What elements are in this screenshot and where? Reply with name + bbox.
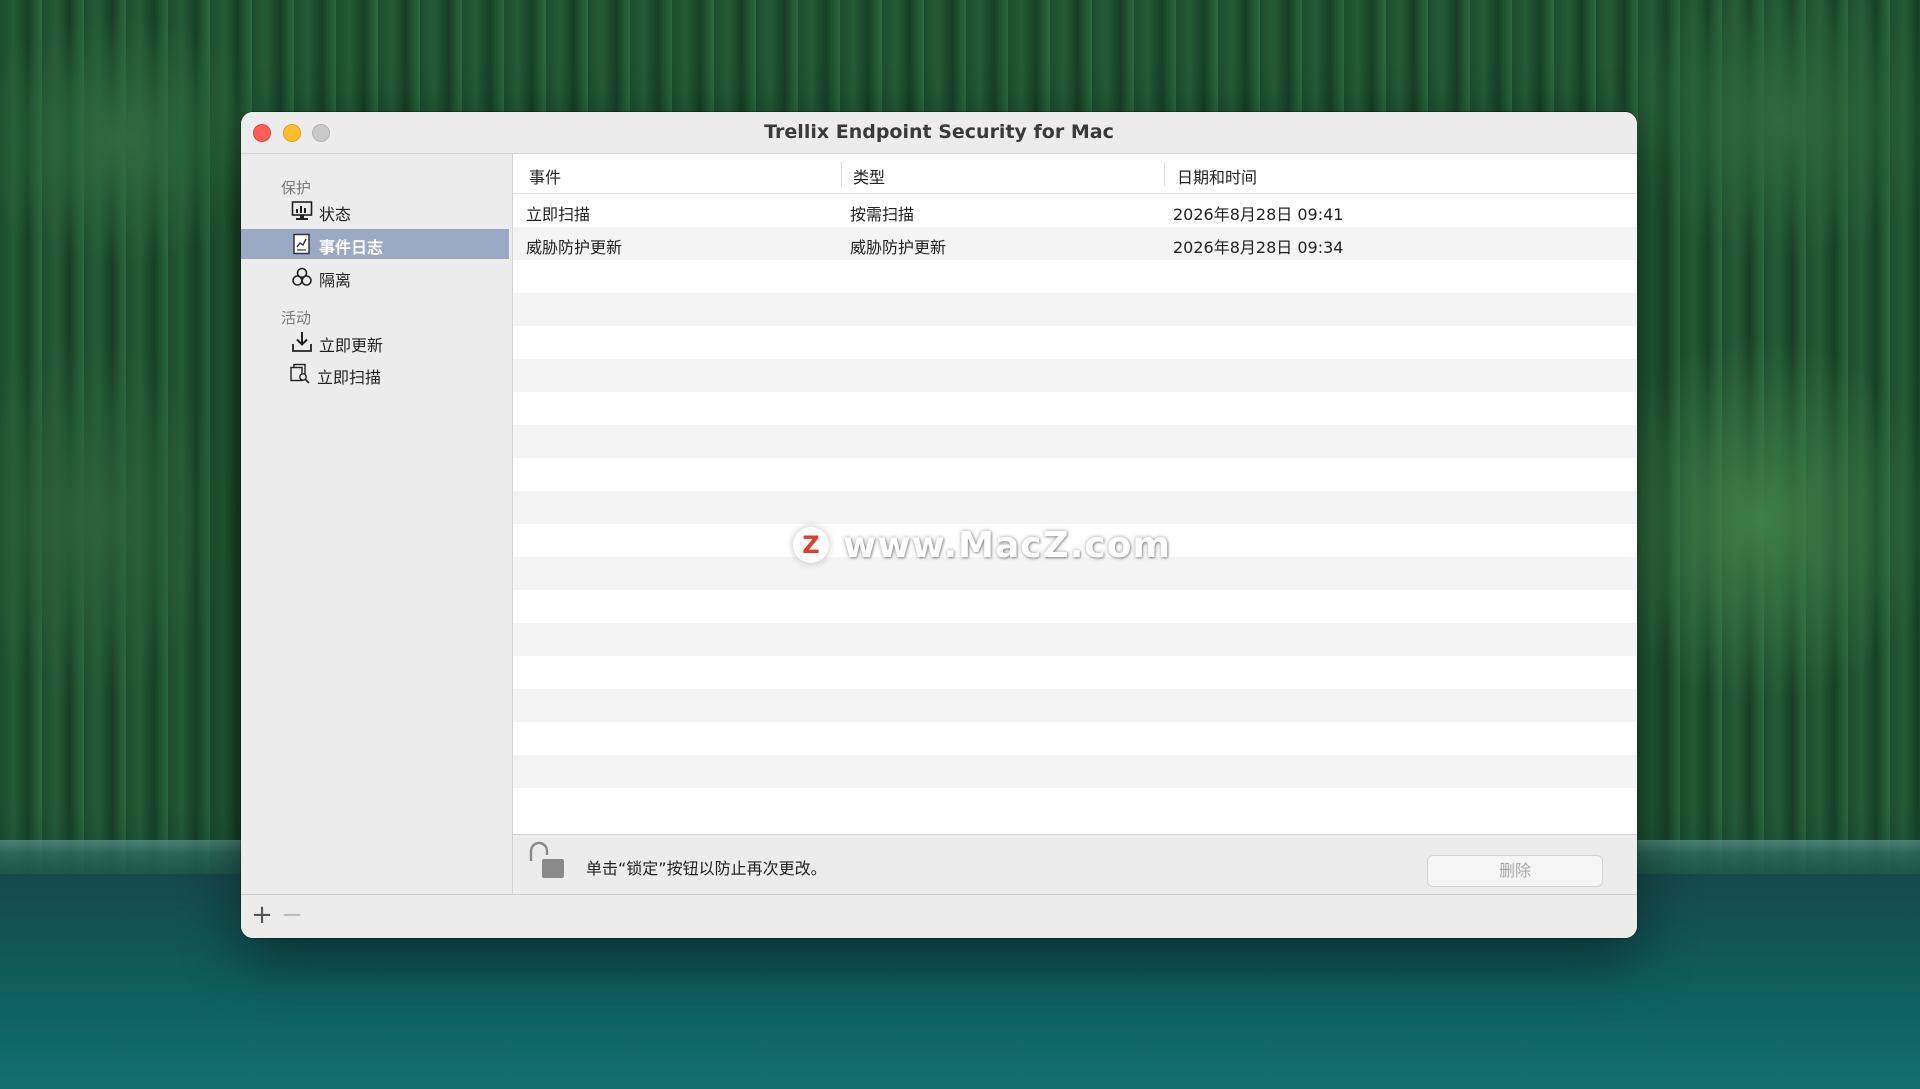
biohazard-icon: [291, 266, 313, 288]
empty-row: [513, 458, 1637, 491]
window-title: Trellix Endpoint Security for Mac: [764, 121, 1114, 143]
table-rows: 立即扫描 按需扫描 2026年8月28日 09:41 威胁防护更新 威胁防护更新…: [513, 194, 1637, 821]
watermark-text: www.MacZ.com: [843, 524, 1171, 566]
empty-row: [513, 392, 1637, 425]
cell-type: 按需扫描: [850, 205, 915, 224]
empty-row: [513, 293, 1637, 326]
cell-type: 威胁防护更新: [850, 238, 947, 257]
cell-datetime: 2026年8月28日 09:41: [1173, 205, 1344, 224]
empty-row: [513, 623, 1637, 656]
table-row[interactable]: 立即扫描 按需扫描 2026年8月28日 09:41: [513, 194, 1637, 227]
empty-row: [513, 788, 1637, 821]
watermark-logo: Z: [793, 527, 829, 563]
column-divider[interactable]: [1164, 162, 1165, 186]
event-log-icon: [291, 233, 313, 255]
column-divider[interactable]: [841, 162, 842, 186]
table-header: 事件 类型 日期和时间: [513, 154, 1637, 194]
bottom-bar: + −: [241, 894, 1637, 938]
sidebar-item-scan-now[interactable]: 立即扫描: [241, 359, 509, 389]
watermark: Z www.MacZ.com: [793, 523, 1171, 567]
add-button[interactable]: +: [249, 902, 275, 929]
empty-row: [513, 359, 1637, 392]
sidebar-item-status[interactable]: 状态: [241, 196, 509, 226]
sidebar-section-protect: 保护: [281, 179, 312, 197]
empty-row: [513, 722, 1637, 755]
empty-row: [513, 326, 1637, 359]
empty-row: [513, 689, 1637, 722]
empty-row: [513, 590, 1637, 623]
cell-event: 威胁防护更新: [526, 238, 623, 257]
download-icon: [291, 331, 313, 353]
empty-row: [513, 260, 1637, 293]
cell-event: 立即扫描: [526, 205, 591, 224]
sidebar-item-label: 立即更新: [319, 336, 384, 355]
delete-button[interactable]: 删除: [1427, 855, 1603, 887]
sidebar-item-quarantine[interactable]: 隔离: [241, 262, 509, 292]
event-table: 事件 类型 日期和时间 立即扫描 按需扫描 2026年8月28日 09:41 威…: [513, 154, 1637, 834]
sidebar-item-label: 事件日志: [319, 238, 384, 257]
monitor-icon: [291, 200, 313, 222]
empty-row: [513, 656, 1637, 689]
empty-row: [513, 755, 1637, 788]
sidebar-item-label: 状态: [319, 205, 352, 224]
empty-row: [513, 425, 1637, 458]
column-header-datetime[interactable]: 日期和时间: [1177, 164, 1257, 188]
scan-icon: [289, 363, 311, 385]
sidebar-item-label: 隔离: [319, 271, 352, 290]
column-header-type[interactable]: 类型: [853, 164, 885, 188]
remove-button[interactable]: −: [279, 902, 305, 929]
cell-datetime: 2026年8月28日 09:34: [1173, 238, 1344, 257]
empty-row: [513, 491, 1637, 524]
column-header-event[interactable]: 事件: [529, 164, 561, 188]
sidebar: 保护 状态 事件日志 隔离 活动 立即更新 立即扫描: [241, 154, 513, 894]
lock-bar: 单击“锁定”按钮以防止再次更改。 删除: [513, 834, 1637, 895]
unlocked-padlock-icon[interactable]: [527, 841, 569, 881]
sidebar-item-update-now[interactable]: 立即更新: [241, 327, 509, 357]
table-row[interactable]: 威胁防护更新 威胁防护更新 2026年8月28日 09:34: [513, 227, 1637, 260]
sidebar-item-event-log[interactable]: 事件日志: [241, 229, 509, 259]
sidebar-item-label: 立即扫描: [317, 368, 382, 387]
lock-hint-text: 单击“锁定”按钮以防止再次更改。: [586, 859, 827, 878]
sidebar-section-activity: 活动: [281, 309, 312, 327]
title-bar: Trellix Endpoint Security for Mac: [241, 112, 1637, 154]
